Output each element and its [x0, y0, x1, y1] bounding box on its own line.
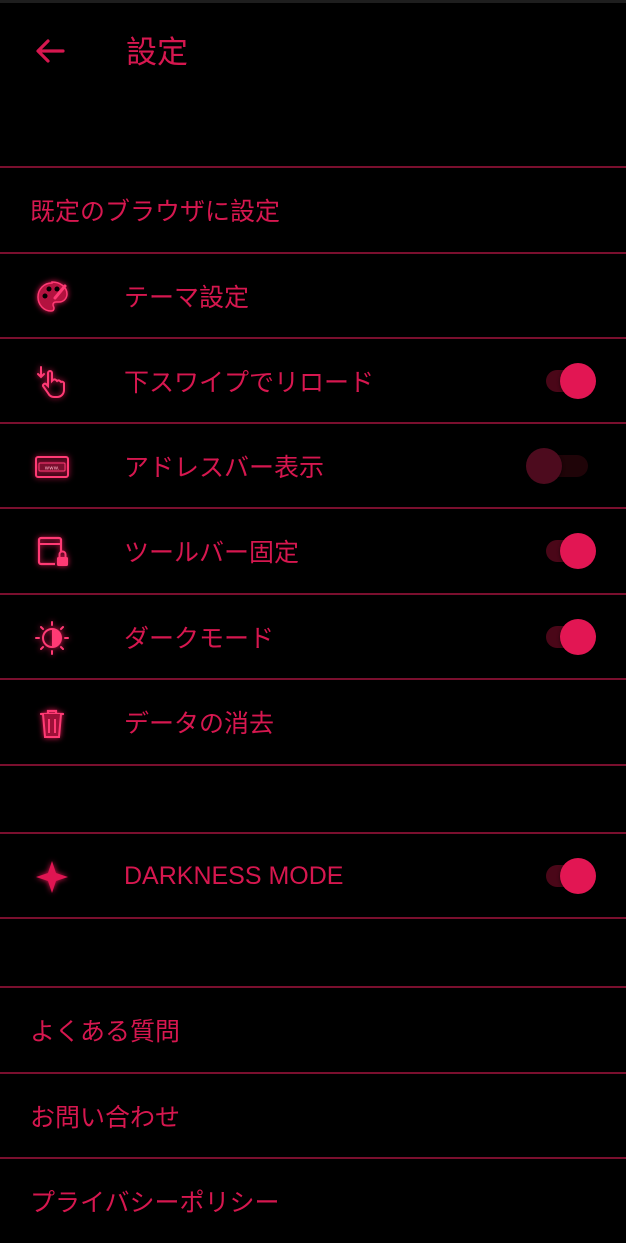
faq-label: よくある質問: [30, 1017, 181, 1046]
address-bar-label: アドレスバー表示: [124, 453, 325, 482]
brightness-icon: [33, 619, 71, 657]
toolbar-fixed-row[interactable]: ツールバー固定: [0, 509, 626, 593]
theme-settings-label: テーマ設定: [124, 283, 250, 312]
phone-lock-icon: [33, 533, 71, 571]
palette-icon: [33, 278, 71, 316]
divider: [0, 764, 626, 766]
page-title: 設定: [126, 35, 188, 71]
contact-label: お問い合わせ: [30, 1103, 181, 1132]
divider: [0, 917, 626, 919]
address-bar-toggle[interactable]: [526, 448, 588, 484]
privacy-policy-row[interactable]: プライバシーポリシー: [0, 1159, 626, 1243]
dark-mode-label: ダークモード: [124, 624, 275, 653]
swipe-down-hand-icon: [33, 363, 71, 401]
dark-mode-toggle[interactable]: [538, 619, 596, 655]
address-bar-row[interactable]: www. アドレスバー表示: [0, 424, 626, 508]
clear-data-row[interactable]: データの消去: [0, 680, 626, 764]
darkness-mode-row[interactable]: DARKNESS MODE: [0, 834, 626, 918]
pull-to-reload-toggle[interactable]: [538, 363, 596, 399]
back-button[interactable]: [30, 31, 70, 75]
default-browser-label: 既定のブラウザに設定: [30, 197, 281, 226]
arrow-left-icon: [35, 38, 65, 68]
clear-data-label: データの消去: [124, 709, 275, 738]
svg-text:www.: www.: [45, 466, 60, 472]
default-browser-row[interactable]: 既定のブラウザに設定: [0, 168, 626, 252]
darkness-mode-label: DARKNESS MODE: [124, 861, 344, 890]
pull-to-reload-label: 下スワイプでリロード: [124, 368, 375, 397]
address-bar-icon: www.: [33, 448, 71, 486]
pull-to-reload-row[interactable]: 下スワイプでリロード: [0, 339, 626, 423]
sparkle-icon: [33, 858, 71, 896]
privacy-policy-label: プライバシーポリシー: [30, 1188, 280, 1217]
darkness-mode-toggle[interactable]: [538, 858, 596, 894]
theme-settings-row[interactable]: テーマ設定: [0, 254, 626, 338]
app-header: 設定: [0, 3, 626, 103]
dark-mode-row[interactable]: ダークモード: [0, 595, 626, 679]
toolbar-fixed-toggle[interactable]: [538, 533, 596, 569]
contact-row[interactable]: お問い合わせ: [0, 1074, 626, 1158]
faq-row[interactable]: よくある質問: [0, 988, 626, 1072]
toolbar-fixed-label: ツールバー固定: [124, 538, 300, 567]
trash-icon: [33, 704, 71, 742]
